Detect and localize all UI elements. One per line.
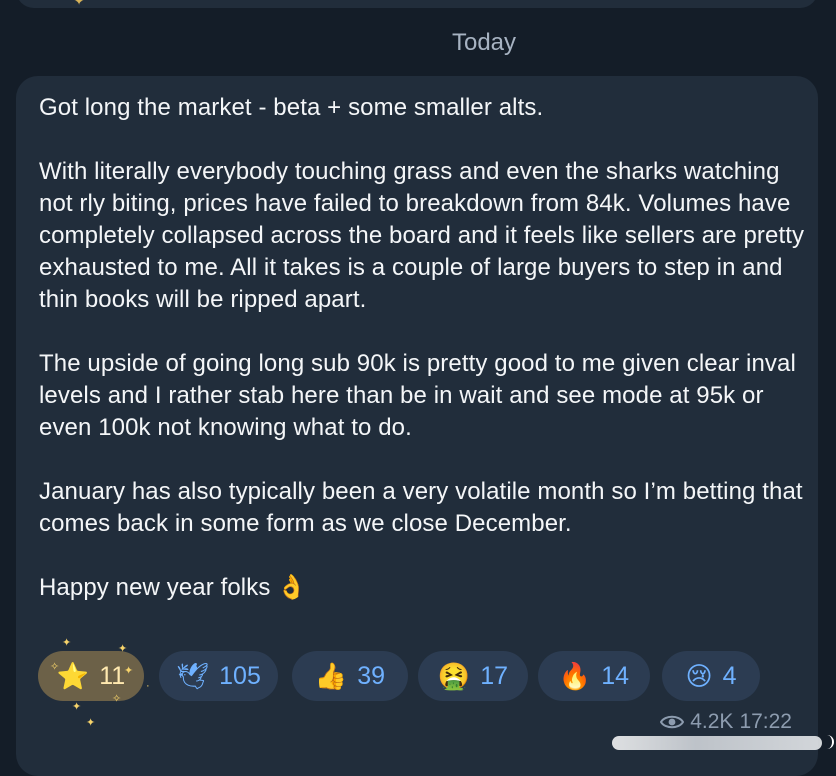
reaction-crying[interactable]: 😢 4 bbox=[662, 651, 760, 701]
reaction-count: 14 bbox=[601, 661, 630, 690]
ok-hand-emoji: 👌 bbox=[276, 574, 307, 601]
reaction-count: 17 bbox=[480, 661, 509, 690]
message-paragraph: Happy new year folks 👌 bbox=[39, 572, 809, 604]
closing-line: Happy new year folks bbox=[39, 574, 271, 601]
dove-icon: 🕊 bbox=[176, 661, 210, 691]
thumbs-up-icon: 👍 bbox=[314, 661, 348, 691]
reaction-vomit[interactable]: 🤮 17 bbox=[418, 651, 528, 701]
reaction-count: 105 bbox=[219, 661, 261, 690]
message-time: 17:22 bbox=[739, 710, 792, 733]
blurred-overlay-edge bbox=[822, 735, 834, 749]
reaction-dove[interactable]: 🕊 105 bbox=[159, 651, 278, 701]
reaction-count: 11 bbox=[99, 661, 126, 690]
crying-face-icon: 😢 bbox=[685, 661, 713, 691]
message-paragraph: The upside of going long sub 90k is pret… bbox=[39, 350, 796, 441]
reaction-count: 4 bbox=[722, 661, 737, 690]
fire-icon: 🔥 bbox=[558, 661, 592, 691]
message-paragraph: January has also typically been a very v… bbox=[39, 478, 803, 537]
reaction-star[interactable]: ⭐ 11 bbox=[38, 651, 144, 701]
star-icon: ⭐ bbox=[56, 661, 90, 691]
date-separator: Today bbox=[451, 29, 517, 56]
reaction-count: 39 bbox=[357, 661, 386, 690]
message-meta: 4.2K 17:22 bbox=[660, 710, 792, 734]
reaction-thumbs-up[interactable]: 👍 39 bbox=[292, 651, 408, 701]
message-paragraph: With literally everybody touching grass … bbox=[39, 158, 805, 313]
message-paragraph: Got long the market - beta + some smalle… bbox=[39, 94, 544, 121]
blurred-overlay bbox=[612, 736, 822, 750]
message-text: Got long the market - beta + some smalle… bbox=[39, 92, 809, 604]
reaction-fire[interactable]: 🔥 14 bbox=[538, 651, 650, 701]
sparkle-icon: ✦ bbox=[74, 0, 85, 8]
eye-icon bbox=[660, 715, 685, 729]
view-count: 4.2K bbox=[690, 710, 734, 733]
vomiting-face-icon: 🤮 bbox=[437, 661, 471, 691]
previous-message-bubble bbox=[16, 0, 818, 8]
